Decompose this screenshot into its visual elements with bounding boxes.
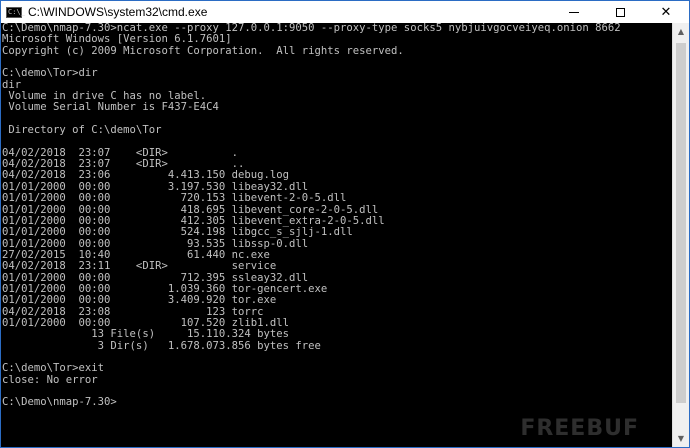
- console-line: 01/01/2000 00:00 712.395 ssleay32.dll: [2, 271, 309, 284]
- window-controls: ✕: [551, 1, 689, 23]
- cmd-icon[interactable]: C:\_: [6, 6, 25, 18]
- console-line: 01/01/2000 00:00 418.695 libevent_core-2…: [2, 203, 379, 216]
- console-line: Volume Serial Number is F437-E4C4: [2, 101, 219, 114]
- cmd-window: C:\_ C:\WINDOWS\system32\cmd.exe ✕ C:\De…: [0, 0, 690, 448]
- window-title: C:\WINDOWS\system32\cmd.exe: [28, 5, 208, 19]
- console-line: 04/02/2018 23:07 <DIR> .: [2, 146, 238, 159]
- cmd-icon-label: C:\_: [8, 7, 25, 16]
- console-line: 04/02/2018 23:06 4.413.150 debug.log: [2, 169, 290, 182]
- console-line: C:\Demo\nmap-7.30>: [2, 396, 117, 409]
- console-line: 01/01/2000 00:00 93.535 libssp-0.dll: [2, 237, 309, 250]
- console-line: Copyright (c) 2009 Microsoft Corporation…: [2, 44, 404, 57]
- maximize-icon: [615, 7, 625, 17]
- console-line: close: No error: [2, 373, 98, 386]
- scroll-down-icon[interactable]: ▼: [673, 430, 689, 447]
- console-line: C:\demo\Tor>exit: [2, 362, 105, 375]
- console-line: 01/01/2000 00:00 3.197.530 libeay32.dll: [2, 180, 309, 193]
- minimize-icon: [569, 11, 579, 13]
- scroll-up-icon[interactable]: ▲: [673, 23, 689, 40]
- console-line: C:\Demo\nmap-7.30>ncat.exe --proxy 127.0…: [2, 23, 621, 34]
- console-line: dir: [2, 78, 22, 91]
- console-line: 01/01/2000 00:00 720.153 libevent-2-0-5.…: [2, 192, 347, 205]
- close-button[interactable]: ✕: [643, 1, 689, 23]
- console-line: 04/02/2018 23:07 <DIR> ..: [2, 158, 245, 171]
- console-line: Microsoft Windows [Version 6.1.7601]: [2, 33, 232, 46]
- console-line: 13 File(s) 15.110.324 bytes: [2, 328, 290, 341]
- minimize-button[interactable]: [551, 1, 597, 23]
- console-output[interactable]: C:\Demo\nmap-7.30>ncat.exe --proxy 127.0…: [1, 23, 673, 447]
- scroll-thumb[interactable]: [676, 43, 686, 403]
- console-line: 04/02/2018 23:11 <DIR> service: [2, 260, 277, 273]
- maximize-button[interactable]: [597, 1, 643, 23]
- console-line: C:\demo\Tor>dir: [2, 67, 98, 80]
- console-line: Volume in drive C has no label.: [2, 90, 207, 103]
- console-line: Directory of C:\demo\Tor: [2, 124, 162, 137]
- console-text: C:\Demo\nmap-7.30>ncat.exe --proxy 127.0…: [1, 23, 673, 409]
- close-icon: ✕: [660, 4, 672, 20]
- console-line: 27/02/2015 10:40 61.440 nc.exe: [2, 248, 270, 261]
- console-line: 01/01/2000 00:00 3.409.920 tor.exe: [2, 294, 277, 307]
- vertical-scrollbar[interactable]: ▲ ▼: [672, 23, 689, 447]
- title-bar[interactable]: C:\_ C:\WINDOWS\system32\cmd.exe ✕: [1, 1, 689, 23]
- console-line: 01/01/2000 00:00 524.198 libgcc_s_sjlj-1…: [2, 226, 353, 239]
- console-line: 3 Dir(s) 1.678.073.856 bytes free: [2, 339, 321, 352]
- console-line: 01/01/2000 00:00 412.305 libevent_extra-…: [2, 214, 385, 227]
- console-line: 04/02/2018 23:08 123 torrc: [2, 305, 264, 318]
- console-line: 01/01/2000 00:00 1.039.360 tor-gencert.e…: [2, 282, 328, 295]
- console-line: 01/01/2000 00:00 107.520 zlib1.dll: [2, 316, 290, 329]
